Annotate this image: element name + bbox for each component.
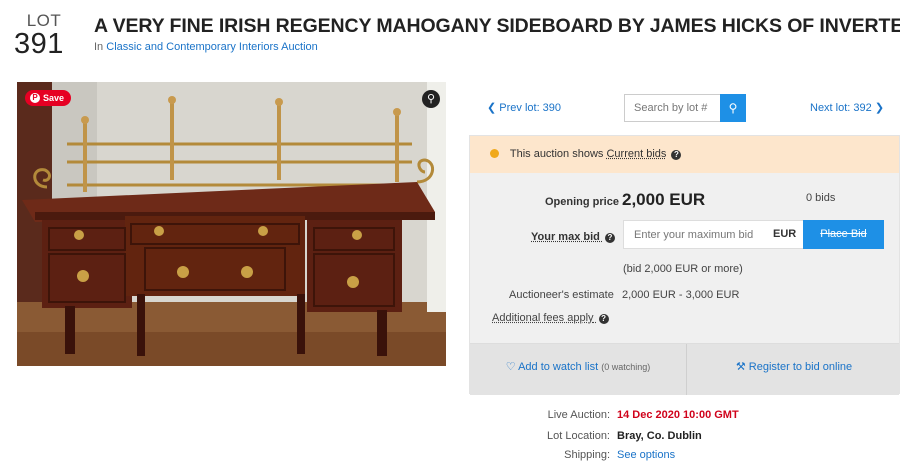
help-icon: ?	[604, 233, 615, 243]
additional-fees-link[interactable]: Additional fees apply ?	[492, 312, 609, 324]
register-button[interactable]: ⚒ Register to bid online	[688, 344, 900, 395]
auction-date-label: Live Auction:	[547, 409, 610, 421]
register-label: Register to bid online	[748, 361, 853, 373]
lot-search: ⚲	[624, 94, 746, 122]
opening-price-label: Opening price	[545, 196, 619, 208]
place-bid-button[interactable]: Place Bid	[803, 220, 884, 249]
max-bid-text: Your max bid	[531, 231, 600, 243]
pinterest-icon: P	[30, 93, 40, 103]
search-button[interactable]: ⚲	[720, 94, 746, 122]
lot-search-input[interactable]	[624, 94, 720, 122]
bidding-panel: This auction shows Current bids ? Openin…	[469, 135, 900, 395]
zoom-icon[interactable]: ⚲	[422, 90, 440, 108]
lot-number: 391	[14, 28, 64, 60]
estimate-value: 2,000 EUR - 3,000 EUR	[622, 289, 740, 301]
shipping-options-link[interactable]: See options	[617, 449, 675, 461]
next-lot-label: Next lot: 392	[810, 102, 872, 114]
help-icon[interactable]: ?	[671, 150, 682, 160]
location-label: Lot Location:	[547, 430, 610, 442]
save-label: Save	[43, 93, 65, 103]
prev-lot-label: Prev lot: 390	[499, 102, 562, 114]
location-value: Bray, Co. Dublin	[617, 430, 702, 442]
lot-label: LOT	[26, 11, 62, 30]
auction-date-value: 14 Dec 2020 10:00 GMT	[617, 409, 739, 421]
heart-icon: ♡	[505, 361, 516, 373]
lot-badge: LOT 391	[14, 12, 74, 59]
info-dot-icon	[490, 149, 499, 158]
opening-price-value: 2,000 EUR	[622, 190, 706, 209]
chevron-left-icon: ❮	[487, 102, 497, 114]
max-bid-input[interactable]	[623, 220, 773, 249]
watch-list-button[interactable]: ♡ Add to watch list (0 watching)	[470, 344, 687, 395]
max-bid-label[interactable]: Your max bid ?	[531, 231, 615, 243]
fees-text: Additional fees apply	[492, 312, 594, 324]
auction-link[interactable]: Classic and Contemporary Interiors Aucti…	[106, 41, 318, 53]
subtitle-prefix: In	[94, 41, 104, 53]
estimate-label: Auctioneer's estimate	[509, 289, 614, 301]
chevron-right-icon: ❯	[874, 102, 885, 114]
bid-count: 0 bids	[806, 192, 836, 204]
bids-notice: This auction shows Current bids ?	[470, 136, 899, 173]
shipping-label: Shipping:	[564, 449, 610, 461]
watch-count: (0 watching)	[601, 362, 651, 372]
page-title: A VERY FINE IRISH REGENCY MAHOGANY SIDEB…	[94, 15, 900, 37]
help-icon: ?	[598, 314, 609, 324]
min-bid-hint: (bid 2,000 EUR or more)	[623, 263, 743, 275]
auction-subtitle: In Classic and Contemporary Interiors Au…	[94, 41, 318, 53]
prev-lot-link[interactable]: ❮ Prev lot: 390	[487, 101, 561, 114]
search-icon: ⚲	[728, 101, 738, 115]
currency-label: EUR	[773, 220, 803, 249]
gavel-icon: ⚒	[735, 361, 746, 373]
notice-emphasis[interactable]: Current bids	[606, 148, 666, 160]
bid-form: EUR Place Bid	[623, 220, 884, 249]
sideboard-image	[17, 82, 446, 366]
lot-photo[interactable]: P Save ⚲	[17, 82, 446, 366]
watch-label: Add to watch list	[518, 361, 599, 373]
lot-actions: ♡ Add to watch list (0 watching) ⚒ Regis…	[470, 343, 899, 395]
next-lot-link[interactable]: Next lot: 392 ❯	[810, 101, 884, 114]
notice-prefix: This auction shows	[509, 148, 604, 160]
pinterest-save-button[interactable]: P Save	[25, 90, 72, 106]
